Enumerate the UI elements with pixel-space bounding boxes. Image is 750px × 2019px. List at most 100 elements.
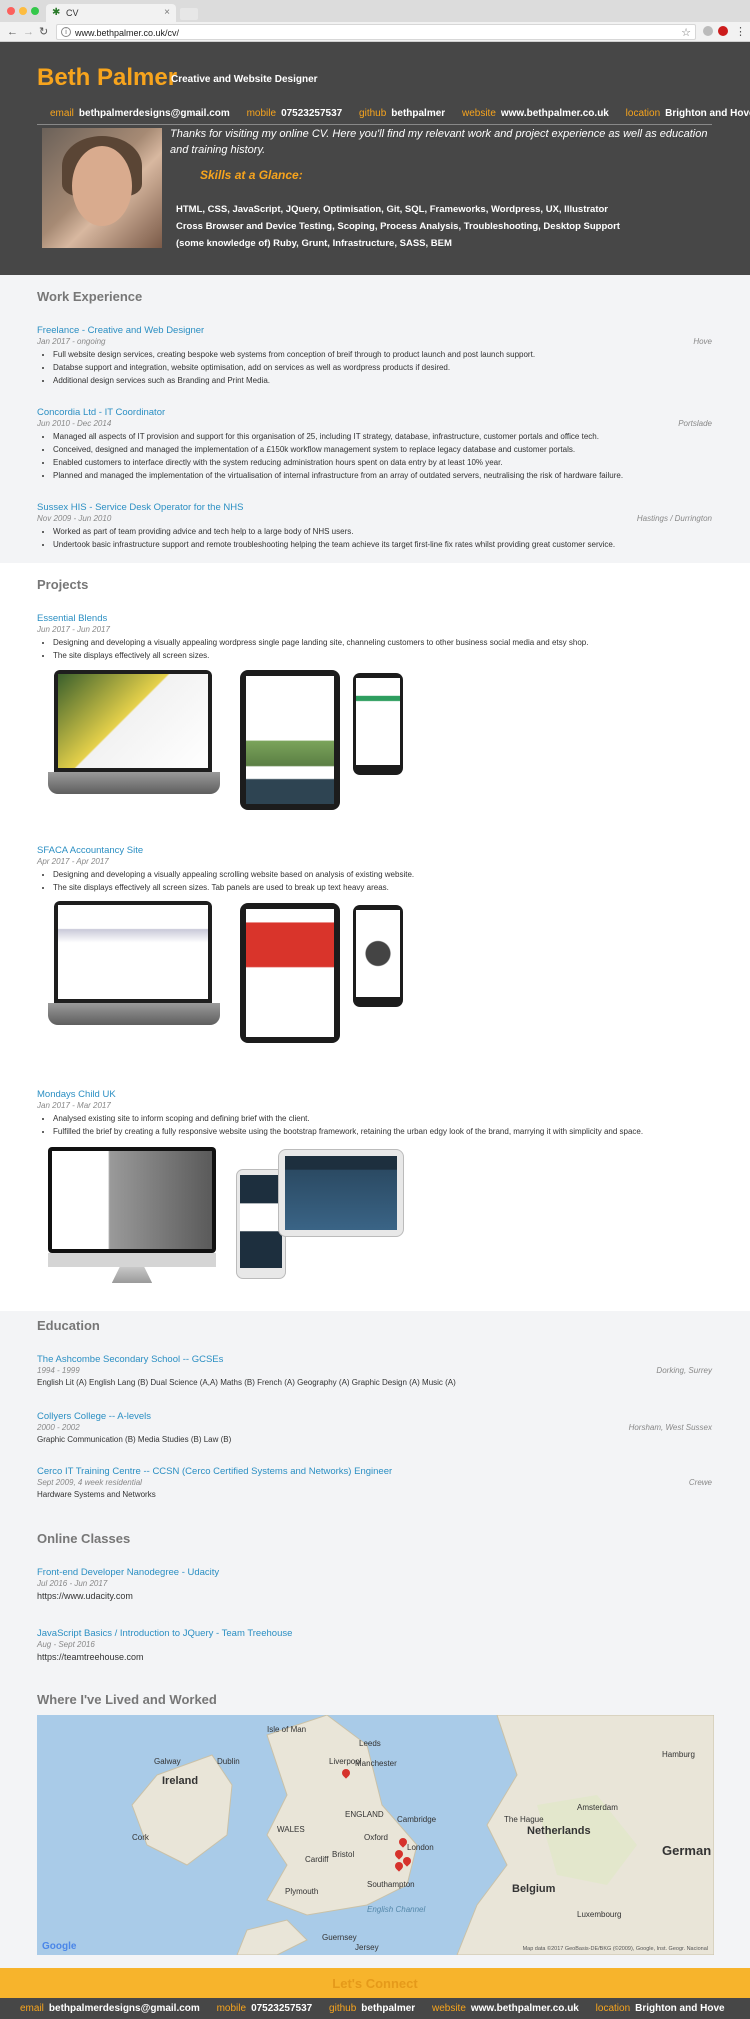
bullet: Planned and managed the implementation o… <box>53 469 623 482</box>
education-location: Horsham, West Sussex <box>628 1423 712 1432</box>
skills-line: Cross Browser and Device Testing, Scopin… <box>176 221 620 232</box>
project-date: Jun 2017 - Jun 2017 <box>37 625 110 634</box>
github-link[interactable]: bethpalmer <box>361 2003 415 2014</box>
education-location: Crewe <box>688 1478 712 1487</box>
laptop-mockup <box>48 670 220 794</box>
email-link[interactable]: bethpalmerdesigns@gmail.com <box>49 2003 200 2014</box>
projects-heading: Projects <box>37 577 89 592</box>
course-title[interactable]: Front-end Developer Nanodegree - Udacity <box>37 1567 219 1578</box>
education-location: Dorking, Surrey <box>656 1366 712 1375</box>
skills-list: HTML, CSS, JavaScript, JQuery, Optimisat… <box>176 201 620 252</box>
education-title[interactable]: Cerco IT Training Centre -- CCSN (Cerco … <box>37 1466 392 1477</box>
google-logo: Google <box>42 1941 77 1952</box>
map-label: Netherlands <box>527 1825 591 1837</box>
job-title[interactable]: Concordia Ltd - IT Coordinator <box>37 407 165 418</box>
project-bullets: Designing and developing a visually appe… <box>53 868 414 894</box>
google-map[interactable]: Isle of Man Leeds Ireland Dublin Liverpo… <box>37 1715 714 1955</box>
map-label: The Hague <box>504 1815 544 1824</box>
bullet: The site displays effectively all screen… <box>53 649 588 662</box>
bullet: Designing and developing a visually appe… <box>53 636 588 649</box>
reload-icon[interactable]: ↻ <box>39 25 48 39</box>
mobile-link[interactable]: 07523257537 <box>251 2003 312 2014</box>
job-location: Hastings / Durrington <box>636 514 712 523</box>
browser-tab[interactable]: ✱ CV × <box>46 4 176 22</box>
project-title[interactable]: Mondays Child UK <box>37 1089 116 1100</box>
bullet: Worked as part of team providing advice … <box>53 525 615 538</box>
profile-photo <box>42 128 162 248</box>
education-title[interactable]: The Ashcombe Secondary School -- GCSEs <box>37 1354 223 1365</box>
bullet: Undertook basic infrastructure support a… <box>53 538 615 551</box>
contact-label: github <box>329 2003 357 2014</box>
map-heading: Where I've Lived and Worked <box>37 1692 217 1707</box>
address-bar[interactable]: i www.bethpalmer.co.uk/cv/ ☆ <box>56 24 696 40</box>
map-label: Hamburg <box>662 1750 695 1759</box>
tab-title: CV <box>66 8 79 18</box>
location-value: Brighton and Hove <box>635 2003 725 2014</box>
website-link[interactable]: www.bethpalmer.co.uk <box>471 2003 579 2014</box>
map-label: Plymouth <box>285 1887 319 1896</box>
location-value: Brighton and Hove <box>665 108 750 119</box>
browser-toolbar: ← → ↻ i www.bethpalmer.co.uk/cv/ ☆ ⋮ <box>0 22 750 42</box>
education-heading: Education <box>37 1318 100 1333</box>
cv-header: Beth Palmer Creative and Website Designe… <box>0 42 750 275</box>
website-link[interactable]: www.bethpalmer.co.uk <box>501 108 609 119</box>
contact-label: website <box>431 2003 466 2014</box>
online-classes-heading: Online Classes <box>37 1531 131 1546</box>
skills-line: HTML, CSS, JavaScript, JQuery, Optimisat… <box>176 204 608 215</box>
bookmark-star-icon[interactable]: ☆ <box>681 26 691 39</box>
connect-heading: Let's Connect <box>332 1976 418 1991</box>
forward-icon[interactable]: → <box>23 25 34 39</box>
connect-banner: Let's Connect <box>0 1968 750 1998</box>
course-link[interactable]: https://www.udacity.com <box>37 1591 133 1601</box>
info-icon[interactable]: i <box>61 27 71 37</box>
bullet: Managed all aspects of IT provision and … <box>53 430 623 443</box>
back-icon[interactable]: ← <box>7 25 18 39</box>
job-title[interactable]: Freelance - Creative and Web Designer <box>37 325 204 336</box>
work-section: Work Experience Freelance - Creative and… <box>0 275 750 563</box>
map-label: Isle of Man <box>267 1725 307 1734</box>
map-label: Guernsey <box>322 1933 357 1942</box>
tablet-mockup <box>278 1149 404 1237</box>
contact-label: website <box>461 108 496 119</box>
contact-label: mobile <box>246 108 277 119</box>
contact-label: email <box>20 2003 44 2014</box>
course-date: Aug - Sept 2016 <box>37 1640 95 1649</box>
close-window-icon[interactable] <box>7 7 15 15</box>
map-label: Ireland <box>162 1775 199 1787</box>
course-link[interactable]: https://teamtreehouse.com <box>37 1652 144 1662</box>
menu-icon[interactable]: ⋮ <box>735 25 746 39</box>
job-bullets: Full website design services, creating b… <box>53 348 535 387</box>
education-detail: English Lit (A) English Lang (B) Dual Sc… <box>37 1378 456 1387</box>
education-date: 2000 - 2002 <box>37 1423 80 1432</box>
mobile-link[interactable]: 07523257537 <box>281 108 342 119</box>
map-label: London <box>407 1843 434 1852</box>
project-date: Apr 2017 - Apr 2017 <box>37 857 109 866</box>
project-title[interactable]: Essential Blends <box>37 613 107 624</box>
email-link[interactable]: bethpalmerdesigns@gmail.com <box>79 108 230 119</box>
job-date: Nov 2009 - Jun 2010 <box>37 514 112 523</box>
favicon-icon: ✱ <box>52 7 61 18</box>
project-bullets: Analysed existing site to inform scoping… <box>53 1112 643 1138</box>
close-tab-icon[interactable]: × <box>164 7 170 18</box>
project-title[interactable]: SFACA Accountancy Site <box>37 845 143 856</box>
job-title[interactable]: Sussex HIS - Service Desk Operator for t… <box>37 502 243 513</box>
phone-mockup <box>353 905 403 1007</box>
map-label: Leeds <box>359 1739 381 1748</box>
phone-mockup <box>353 673 403 775</box>
maximize-window-icon[interactable] <box>31 7 39 15</box>
course-title[interactable]: JavaScript Basics / Introduction to JQue… <box>37 1628 292 1639</box>
extension-icon[interactable] <box>703 26 713 36</box>
education-detail: Hardware Systems and Networks <box>37 1490 156 1499</box>
map-label: WALES <box>277 1825 305 1834</box>
minimize-window-icon[interactable] <box>19 7 27 15</box>
opera-icon[interactable] <box>718 26 728 36</box>
education-title[interactable]: Collyers College -- A-levels <box>37 1411 151 1422</box>
github-link[interactable]: bethpalmer <box>391 108 445 119</box>
new-tab-button[interactable] <box>180 8 198 20</box>
bullet: Analysed existing site to inform scoping… <box>53 1112 643 1125</box>
education-date: 1994 - 1999 <box>37 1366 80 1375</box>
tagline: Creative and Website Designer <box>171 74 318 85</box>
bullet: Designing and developing a visually appe… <box>53 868 414 881</box>
desktop-mockup <box>48 1147 216 1283</box>
map-label: Cardiff <box>305 1855 329 1864</box>
